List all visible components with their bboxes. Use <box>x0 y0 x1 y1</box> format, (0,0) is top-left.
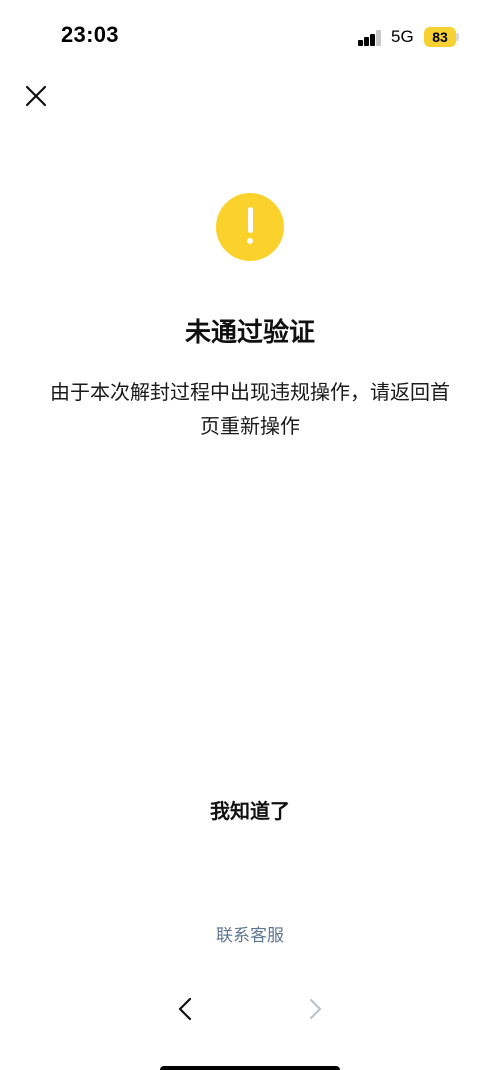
chevron-right-icon <box>310 999 321 1019</box>
browser-back-button[interactable] <box>170 993 202 1025</box>
acknowledge-button[interactable]: 我知道了 <box>150 789 350 833</box>
cellular-signal-icon <box>358 28 384 46</box>
close-icon <box>25 85 47 107</box>
browser-forward-button[interactable] <box>299 993 331 1025</box>
battery-tip <box>456 33 459 41</box>
exclamation-circle-icon <box>216 193 284 261</box>
contact-support-link[interactable]: 联系客服 <box>150 920 350 952</box>
verification-failed-screen: 23:03 5G 83 未通过验证 由于本次解封过程中出现违规操作，请返回首页重… <box>0 0 500 1070</box>
home-indicator[interactable] <box>160 1066 340 1070</box>
failure-message: 由于本次解封过程中出现违规操作，请返回首页重新操作 <box>50 380 450 438</box>
page-title: 未通过验证 <box>184 318 315 348</box>
battery-icon: 83 <box>424 27 456 47</box>
network-type: 5G <box>391 27 414 46</box>
close-button[interactable] <box>22 82 50 110</box>
status-bar: 23:03 5G 83 <box>0 0 500 74</box>
status-time: 23:03 <box>61 22 119 47</box>
chevron-left-icon <box>178 997 192 1021</box>
